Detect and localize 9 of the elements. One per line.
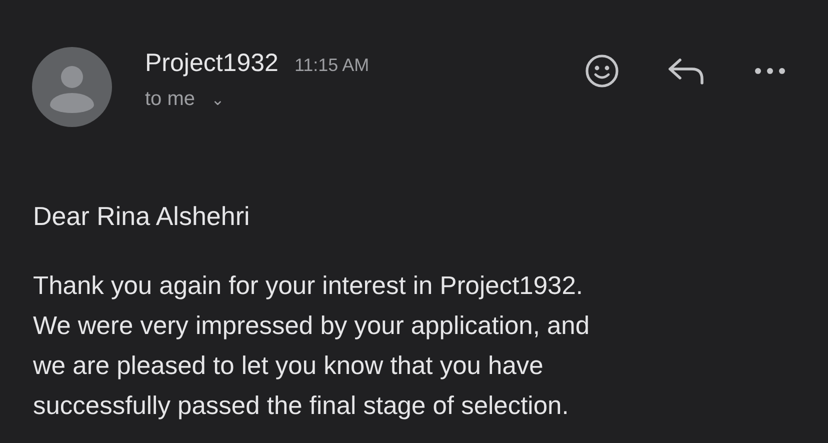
emoji-icon[interactable] — [584, 53, 620, 89]
more-options-icon[interactable] — [752, 66, 788, 76]
sender-name: Project1932 — [145, 49, 278, 78]
avatar-icon — [32, 47, 112, 127]
message-body: Thank you again for your interest in Project1932. We were very impressed by your application, and we are pleased to let you know that you have successfully passed the final stage of selection. — [33, 271, 591, 422]
reply-icon[interactable] — [666, 56, 706, 86]
recipient-details-toggle[interactable]: to me ⌄ — [145, 88, 370, 111]
greeting-text: Dear Rina Alshehri — [33, 201, 251, 232]
message-time: 11:15 AM — [294, 55, 370, 76]
